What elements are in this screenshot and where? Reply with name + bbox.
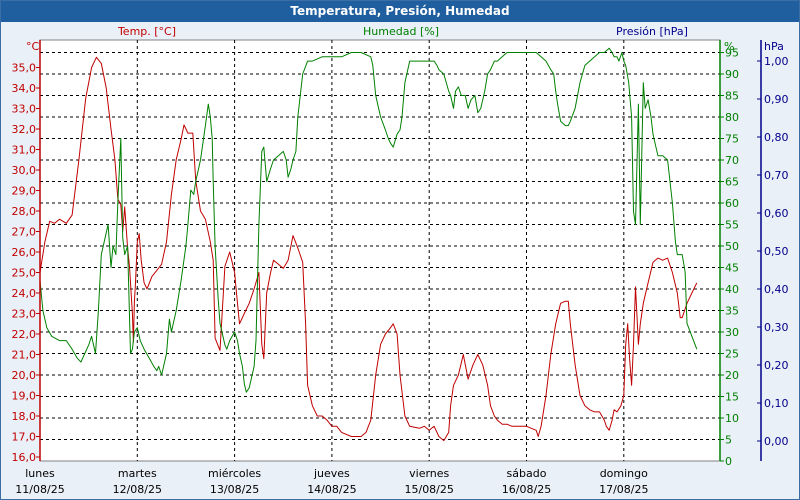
pressure-tick-label: 0,60 [764,207,789,220]
humidity-unit-label: % [724,40,734,53]
x-tick-day: lunes [25,467,55,480]
x-tick-day: viernes [409,467,449,480]
x-tick-day: martes [118,467,157,480]
pressure-tick-label: 0,20 [764,359,789,372]
temp-tick-label: 25,0 [12,267,37,280]
temp-tick-label: 22,0 [12,328,37,341]
temp-tick-label: 29,0 [12,185,37,198]
humidity-tick-label: 15 [725,391,739,404]
humidity-tick-label: 20 [725,369,739,382]
humidity-tick-label: 5 [725,434,732,447]
pressure-tick-label: 0,40 [764,283,789,296]
humidity-tick-label: 55 [725,219,739,232]
humidity-tick-label: 25 [725,348,739,361]
temp-unit-label: °C [26,40,40,53]
temp-tick-label: 21,0 [12,349,37,362]
x-tick-date: 13/08/25 [210,483,259,496]
humidity-tick-label: 70 [725,154,739,167]
humidity-tick-label: 80 [725,111,739,124]
temp-tick-label: 24,0 [12,287,37,300]
humidity-tick-label: 35 [725,305,739,318]
pressure-tick-label: 0,50 [764,245,789,258]
x-tick-day: jueves [313,467,350,480]
humidity-tick-label: 40 [725,283,739,296]
temp-tick-label: 23,0 [12,308,37,321]
x-tick-date: 11/08/25 [15,483,64,496]
humidity-tick-label: 75 [725,133,739,146]
humidity-tick-label: 50 [725,240,739,253]
x-tick-date: 16/08/25 [502,483,551,496]
x-tick-date: 17/08/25 [599,483,648,496]
temp-tick-label: 32,0 [12,123,37,136]
temp-tick-label: 28,0 [12,205,37,218]
humidity-tick-label: 90 [725,68,739,81]
x-tick-day: domingo [600,467,648,480]
humidity-tick-label: 65 [725,176,739,189]
pressure-unit-label: hPa [764,40,784,53]
temp-tick-label: 27,0 [12,226,37,239]
pressure-tick-label: 0,70 [764,169,789,182]
humidity-series-title: Humedad [%] [363,25,439,38]
chart-canvas: lunes 11/08/25 martes 12/08/25 miércoles 13/0… [12,25,789,496]
humidity-tick-label: 45 [725,262,739,275]
pressure-tick-label: 0,80 [764,131,789,144]
temp-tick-label: 33,0 [12,103,37,116]
temp-tick-label: 20,0 [12,369,37,382]
temp-tick-label: 18,0 [12,410,37,423]
x-tick-date: 14/08/25 [307,483,356,496]
temp-tick-label: 34,0 [12,82,37,95]
temp-tick-label: 16,0 [12,451,37,464]
x-tick-date: 15/08/25 [404,483,453,496]
x-tick-day: sábado [507,467,547,480]
temp-tick-label: 35,0 [12,62,37,75]
temp-series-title: Temp. [°C] [117,25,176,38]
pressure-series-title: Presión [hPa] [616,25,688,38]
humidity-tick-label: 85 [725,90,739,103]
pressure-tick-label: 1,00 [764,55,789,68]
humidity-tick-label: 30 [725,326,739,339]
temp-tick-label: 26,0 [12,246,37,259]
pressure-tick-label: 0,90 [764,93,789,106]
pressure-tick-label: 0,10 [764,397,789,410]
x-tick-day: miércoles [208,467,261,480]
humidity-tick-label: 60 [725,197,739,210]
temp-tick-label: 30,0 [12,164,37,177]
humidity-tick-label: 0 [725,455,732,468]
temp-tick-label: 17,0 [12,431,37,444]
x-tick-date: 12/08/25 [113,483,162,496]
temp-tick-label: 31,0 [12,144,37,157]
pressure-tick-label: 0,00 [764,435,789,448]
pressure-tick-label: 0,30 [764,321,789,334]
humidity-tick-label: 10 [725,412,739,425]
plot-area [39,39,721,462]
temp-tick-label: 19,0 [12,390,37,403]
